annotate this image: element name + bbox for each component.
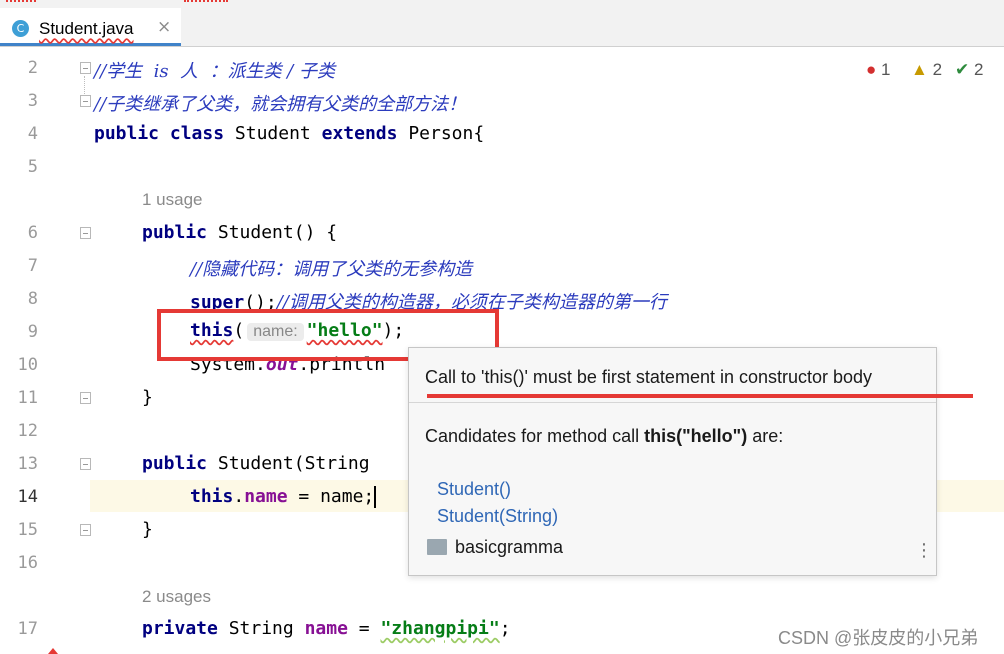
candidate-link[interactable]: Student() xyxy=(437,479,511,500)
code-line-6: public Student() { xyxy=(142,222,338,243)
package-label: basicgramma xyxy=(427,537,563,558)
error-count-indicator[interactable]: ● 1 xyxy=(866,60,890,80)
typo-count-indicator[interactable]: ✔ 2 xyxy=(955,60,983,80)
candidates-text: Candidates for method call this("hello")… xyxy=(425,426,784,446)
package-icon xyxy=(427,539,447,555)
more-options-icon[interactable]: ⋮ xyxy=(915,542,933,560)
usage-hint[interactable]: 1 usage xyxy=(142,190,203,210)
check-icon: ✔ xyxy=(955,60,970,79)
code-line-14: this.name = name; xyxy=(190,486,377,508)
code-line-2: //学生 is 人 ：派生类 / 子类 xyxy=(94,61,335,82)
warning-count-indicator[interactable]: ▲ 2 xyxy=(911,60,942,80)
popup-divider xyxy=(409,402,936,403)
warning-icon: ▲ xyxy=(911,60,928,79)
error-message: Call to 'this()' must be first statement… xyxy=(425,367,873,387)
usage-hint[interactable]: 2 usages xyxy=(142,587,211,607)
code-line-11: } xyxy=(142,387,153,408)
code-line-17: private String name = "zhangpipi"; xyxy=(142,618,511,639)
text-caret xyxy=(374,486,377,508)
code-line-3: //子类继承了父类，就会拥有父类的全部方法！ xyxy=(94,94,467,115)
code-line-13: public Student(String xyxy=(142,453,370,474)
code-line-7: //隐藏代码：调用了父类的无参构造 xyxy=(190,259,473,280)
candidate-link[interactable]: Student(String) xyxy=(437,506,558,527)
error-icon: ● xyxy=(866,60,877,79)
error-tooltip-popup: Call to 'this()' must be first statement… xyxy=(408,347,937,576)
code-line-15: } xyxy=(142,519,153,540)
annotation-red-underline xyxy=(427,394,973,398)
code-line-4: public class Student extends Person{ xyxy=(94,123,485,144)
watermark: CSDN @张皮皮的小兄弟 xyxy=(778,628,979,648)
